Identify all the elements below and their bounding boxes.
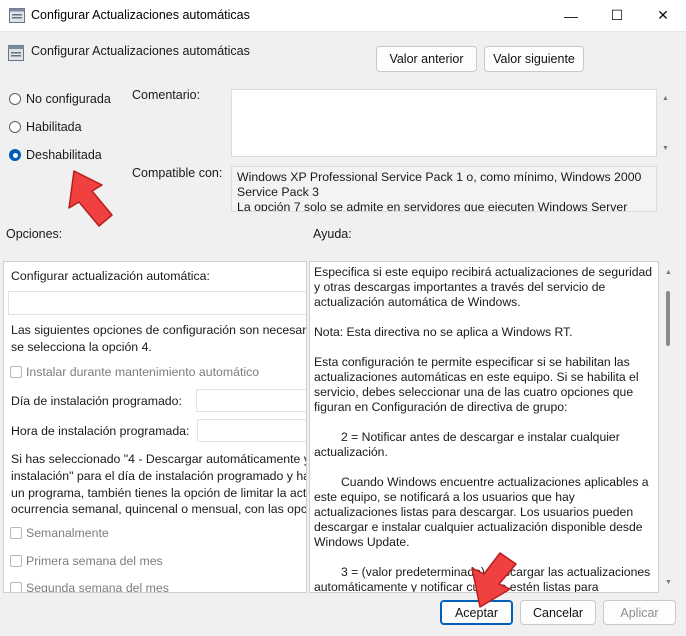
policy-setting-icon [8,45,24,61]
cancel-button[interactable]: Cancelar [520,600,596,625]
help-scrollbar[interactable]: ▲ ▼ [660,261,677,593]
radio-label: Habilitada [26,120,82,134]
help-label: Ayuda: [313,227,352,241]
note-line: ocurrencia semanal, quincenal o mensual,… [11,502,307,516]
minimize-button[interactable]: — [548,0,594,31]
second-week-checkbox[interactable]: Segunda semana del mes [10,581,169,593]
radio-circle [9,93,21,105]
help-paragraph: Especifica si este equipo recibirá actua… [314,265,653,309]
annotation-arrow-icon [68,170,113,227]
help-paragraph: Cuando Windows encuentre actualizaciones… [314,475,649,549]
checkbox-box [10,555,22,567]
weekly-checkbox[interactable]: Semanalmente [10,526,109,540]
required-text-line: Las siguientes opciones de configuración… [11,323,307,337]
time-dropdown[interactable] [197,419,306,442]
help-paragraph: Nota: Esta directiva no se aplica a Wind… [314,325,573,339]
next-setting-button[interactable]: Valor siguiente [484,46,584,72]
scroll-thumb[interactable] [666,291,670,346]
help-pane: Especifica si este equipo recibirá actua… [309,261,659,593]
radio-label: No configurada [26,92,111,106]
radio-enabled[interactable]: Habilitada [9,120,82,134]
radio-circle-selected [9,149,21,161]
window-title: Configurar Actualizaciones automáticas [31,8,250,22]
comment-textarea[interactable] [231,89,657,157]
maximize-button[interactable]: ☐ [594,0,640,31]
maximize-icon: ☐ [610,7,624,23]
radio-label: Deshabilitada [26,148,102,162]
time-label: Hora de instalación programada: [11,424,190,438]
checkbox-label: Instalar durante mantenimiento automátic… [26,365,260,379]
scroll-down-icon[interactable]: ▼ [660,575,677,589]
note-line: un programa, también tienes la opción de… [11,486,307,500]
policy-name: Configurar Actualizaciones automáticas [31,44,250,58]
compatible-scrollbar[interactable] [657,166,674,212]
scroll-down-icon[interactable]: ▼ [657,141,674,155]
day-dropdown[interactable] [196,389,306,412]
required-text-line: se selecciona la opción 4. [11,340,152,354]
scroll-up-icon[interactable]: ▲ [657,91,674,105]
checkbox-box [10,366,22,378]
note-line: Si has seleccionado "4 - Descargar autom… [11,452,307,466]
configure-update-label: Configurar actualización automática: [11,269,210,283]
note-line: instalación" para el día de instalación … [11,469,307,483]
options-label: Opciones: [6,227,63,241]
compatible-value: Windows XP Professional Service Pack 1 o… [237,170,642,212]
radio-not-configured[interactable]: No configurada [9,92,111,106]
checkbox-box [10,527,22,539]
checkbox-label: Primera semana del mes [26,554,163,568]
compatible-text: Windows XP Professional Service Pack 1 o… [231,166,657,212]
annotation-arrow-icon [471,552,517,608]
configure-update-dropdown[interactable] [8,291,306,315]
checkbox-label: Segunda semana del mes [26,581,169,593]
day-label: Día de instalación programado: [11,394,182,408]
apply-button[interactable]: Aplicar [603,600,676,625]
scroll-up-icon[interactable]: ▲ [660,265,677,279]
checkbox-label: Semanalmente [26,526,109,540]
help-paragraph: 2 = Notificar antes de descargar e insta… [314,430,620,459]
help-paragraph: Esta configuración te permite especifica… [314,355,639,414]
comment-label: Comentario: [132,88,201,102]
radio-disabled[interactable]: Deshabilitada [9,148,102,162]
checkbox-box [10,582,22,592]
close-button[interactable]: ✕ [640,0,686,31]
radio-circle [9,121,21,133]
close-icon: ✕ [657,7,669,23]
comment-scrollbar[interactable]: ▲ ▼ [657,89,674,157]
install-maintenance-checkbox[interactable]: Instalar durante mantenimiento automátic… [10,365,259,379]
policy-app-icon [9,8,25,23]
minimize-icon: — [564,7,578,24]
options-pane: Configurar actualización automática: Las… [3,261,307,593]
first-week-checkbox[interactable]: Primera semana del mes [10,554,163,568]
compatible-label: Compatible con: [132,166,223,180]
previous-setting-button[interactable]: Valor anterior [376,46,477,72]
